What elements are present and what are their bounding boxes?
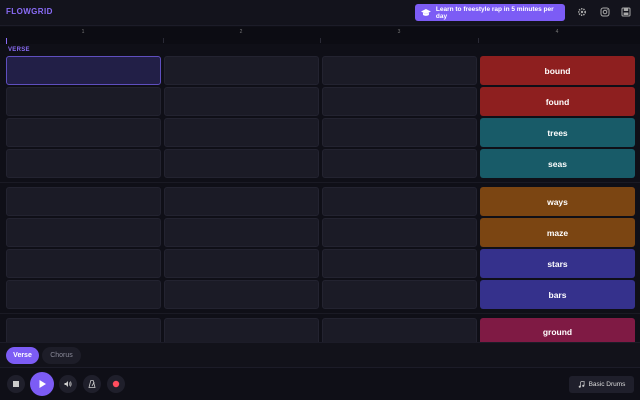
beat-cell[interactable]	[164, 118, 319, 147]
beat-cell[interactable]	[164, 218, 319, 247]
beat-cell[interactable]	[164, 280, 319, 309]
promo-button[interactable]: Learn to freestyle rap in 5 minutes per …	[415, 4, 565, 21]
beat-cell[interactable]	[322, 187, 477, 216]
beat-cell[interactable]	[6, 218, 161, 247]
beat-cell[interactable]	[6, 249, 161, 278]
beat-cell[interactable]	[164, 249, 319, 278]
instagram-icon	[600, 7, 610, 17]
beat-cell[interactable]	[6, 56, 161, 85]
rhyme-word-cell[interactable]: seas	[480, 149, 635, 178]
stop-icon	[13, 381, 19, 387]
music-note-icon	[578, 381, 585, 388]
settings-button[interactable]	[576, 6, 588, 18]
drums-selector[interactable]: Basic Drums	[569, 376, 634, 393]
volume-icon	[64, 381, 72, 387]
gear-icon	[577, 7, 587, 17]
beat-cell[interactable]	[6, 149, 161, 178]
beat-cell[interactable]	[322, 149, 477, 178]
beat-tick	[163, 38, 164, 43]
rhyme-word-cell[interactable]: stars	[480, 249, 635, 278]
beat-ruler[interactable]: 1 2 3 4	[0, 27, 640, 44]
record-button[interactable]	[107, 375, 125, 393]
playhead[interactable]	[6, 38, 7, 44]
rhyme-word-cell[interactable]: bars	[480, 280, 635, 309]
beat-tick	[320, 38, 321, 43]
rhyme-word-cell[interactable]: trees	[480, 118, 635, 147]
volume-button[interactable]	[59, 375, 77, 393]
play-button[interactable]	[30, 372, 54, 396]
graduation-cap-icon	[421, 8, 431, 16]
save-button[interactable]	[620, 6, 632, 18]
transport-bar: Basic Drums	[0, 367, 640, 400]
beat-cell[interactable]	[322, 280, 477, 309]
section-label: VERSE	[8, 47, 30, 53]
drums-label: Basic Drums	[588, 381, 626, 388]
rhyme-word-cell[interactable]: found	[480, 87, 635, 116]
rhyme-word-cell[interactable]: maze	[480, 218, 635, 247]
play-icon	[39, 380, 46, 388]
beat-cell[interactable]	[322, 87, 477, 116]
metronome-button[interactable]	[83, 375, 101, 393]
bar-divider	[0, 313, 640, 314]
stop-button[interactable]	[7, 375, 25, 393]
rhyme-word-cell[interactable]: bound	[480, 56, 635, 85]
promo-label: Learn to freestyle rap in 5 minutes per …	[435, 5, 554, 20]
beat-cell[interactable]	[322, 249, 477, 278]
tab-chorus[interactable]: Chorus	[42, 347, 81, 364]
app-header: FLOWGRID Learn to freestyle rap in 5 min…	[0, 0, 640, 26]
beat-cell[interactable]	[6, 187, 161, 216]
section-tabs: Verse Chorus	[0, 342, 640, 367]
beat-cell[interactable]	[164, 149, 319, 178]
save-icon	[621, 7, 631, 17]
beat-number-3: 3	[397, 29, 401, 35]
beat-cell[interactable]	[6, 118, 161, 147]
beat-cell[interactable]	[164, 187, 319, 216]
beat-cell[interactable]	[322, 118, 477, 147]
beat-number-1: 1	[81, 29, 85, 35]
beat-cell[interactable]	[6, 87, 161, 116]
beat-cell[interactable]	[6, 280, 161, 309]
record-icon	[112, 380, 120, 388]
bar-divider	[0, 182, 640, 183]
rhyme-word-cell[interactable]: ways	[480, 187, 635, 216]
beat-cell[interactable]	[322, 56, 477, 85]
beat-number-4: 4	[555, 29, 559, 35]
beat-cell[interactable]	[164, 56, 319, 85]
instagram-button[interactable]	[599, 6, 611, 18]
tab-verse[interactable]: Verse	[6, 347, 39, 364]
beat-number-2: 2	[239, 29, 243, 35]
beat-cell[interactable]	[322, 218, 477, 247]
beat-cell[interactable]	[164, 87, 319, 116]
app-logo[interactable]: FLOWGRID	[6, 7, 53, 16]
metronome-icon	[88, 380, 96, 388]
beat-tick	[478, 38, 479, 43]
